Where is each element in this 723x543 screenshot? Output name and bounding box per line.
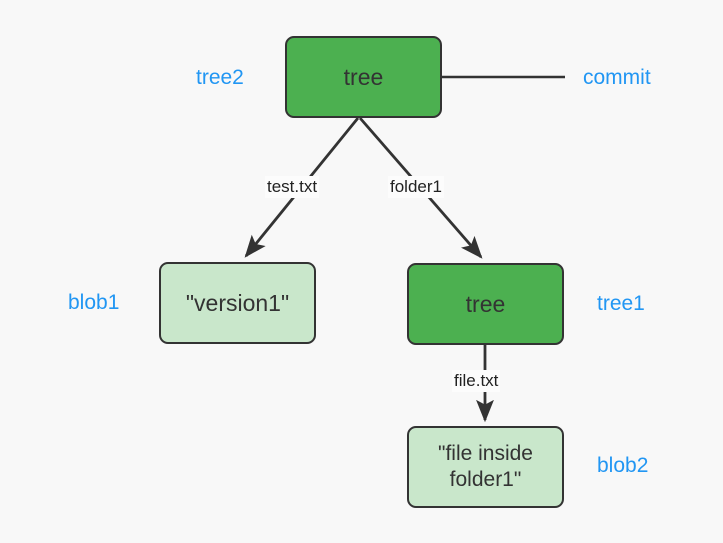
edge-label-file-txt: file.txt xyxy=(452,370,501,392)
side-label-tree1: tree1 xyxy=(597,292,645,315)
node-tree2-label: tree xyxy=(343,63,384,90)
side-label-tree2: tree2 xyxy=(196,66,244,89)
external-label-commit: commit xyxy=(583,66,651,89)
side-label-blob2: blob2 xyxy=(597,454,649,477)
node-tree1-label: tree xyxy=(465,290,506,317)
side-label-blob1: blob1 xyxy=(68,291,120,314)
node-blob1[interactable]: "version1" xyxy=(159,262,316,344)
diagram-canvas: tree "version1" tree "file inside folder… xyxy=(0,0,723,543)
node-blob1-label: "version1" xyxy=(185,289,290,316)
edge-label-test-txt: test.txt xyxy=(265,176,320,198)
node-blob2-label: "file inside folder1" xyxy=(437,442,533,491)
edge-label-folder1: folder1 xyxy=(388,176,444,198)
node-blob2[interactable]: "file inside folder1" xyxy=(407,426,564,508)
node-tree1[interactable]: tree xyxy=(407,263,564,345)
node-tree2[interactable]: tree xyxy=(285,36,442,118)
